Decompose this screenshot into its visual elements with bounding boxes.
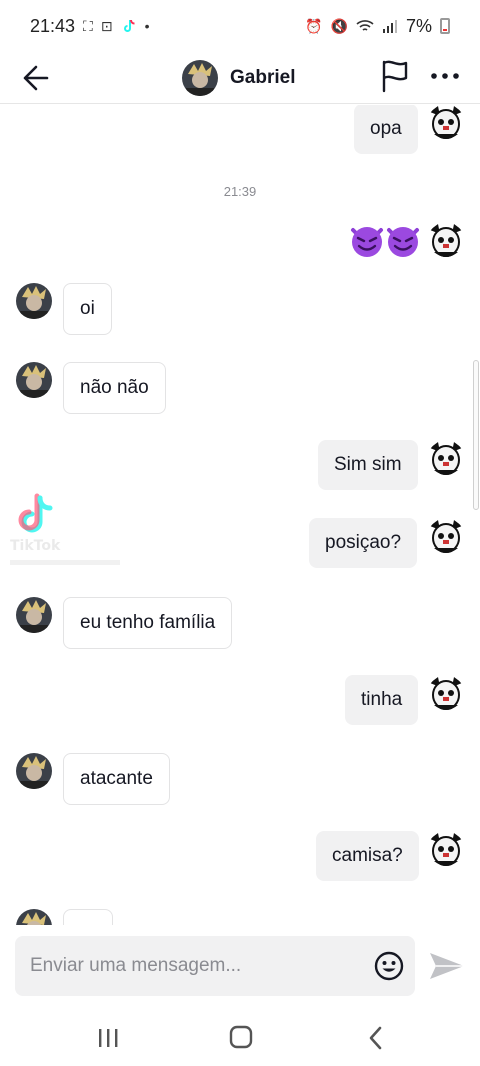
message-text: atacante bbox=[63, 753, 170, 805]
message-timestamp: 21:39 bbox=[223, 184, 257, 199]
message-text: não não bbox=[63, 362, 166, 414]
contact-avatar[interactable] bbox=[16, 362, 52, 398]
message-outgoing[interactable]: camisa? bbox=[316, 831, 419, 881]
emoji-picker-icon[interactable] bbox=[373, 950, 405, 982]
message-text: eu tenho família bbox=[63, 597, 233, 649]
watermark-brand: TikTok bbox=[10, 538, 61, 554]
message-text: oi bbox=[63, 283, 112, 335]
contact-avatar-image bbox=[16, 362, 52, 398]
tiktok-watermark-logo: TikTok bbox=[10, 493, 120, 565]
my-avatar-image bbox=[428, 518, 464, 554]
contact-info[interactable]: Gabriel bbox=[182, 55, 295, 101]
notification-dot-icon: • bbox=[144, 18, 150, 34]
status-time: 21:43 bbox=[30, 15, 76, 36]
tiktok-notification-icon bbox=[123, 19, 135, 32]
my-avatar[interactable] bbox=[428, 222, 464, 258]
message-incoming[interactable]: atacante bbox=[63, 753, 170, 805]
message-incoming[interactable]: oi bbox=[63, 283, 112, 335]
message-composer bbox=[0, 925, 480, 1010]
status-right: ⏰ 🔇 7% bbox=[305, 16, 450, 37]
contact-avatar[interactable] bbox=[16, 283, 52, 319]
system-back-icon[interactable] bbox=[366, 1025, 386, 1051]
send-icon[interactable] bbox=[428, 949, 466, 983]
chat-header: Gabriel bbox=[0, 52, 480, 104]
message-incoming-partial[interactable] bbox=[63, 909, 113, 925]
my-avatar-image bbox=[428, 831, 464, 867]
my-avatar[interactable] bbox=[428, 105, 464, 140]
signal-icon bbox=[382, 20, 397, 33]
my-avatar[interactable] bbox=[428, 675, 464, 711]
contact-avatar[interactable] bbox=[16, 753, 52, 789]
system-navigation-bar bbox=[0, 1010, 480, 1066]
battery-percent: 7% bbox=[405, 15, 432, 36]
my-avatar-image bbox=[428, 440, 464, 476]
back-arrow-icon[interactable] bbox=[20, 61, 50, 95]
contact-avatar[interactable] bbox=[182, 60, 218, 96]
message-input[interactable] bbox=[15, 936, 415, 996]
smiling-imp-emoji bbox=[387, 227, 419, 257]
my-avatar-image bbox=[428, 222, 464, 258]
message-outgoing[interactable]: Sim sim bbox=[318, 440, 418, 490]
contact-avatar[interactable] bbox=[16, 597, 52, 633]
scrollbar[interactable] bbox=[473, 360, 479, 510]
my-avatar[interactable] bbox=[428, 440, 464, 476]
mute-icon: 🔇 bbox=[330, 17, 348, 34]
message-incoming[interactable]: não não bbox=[63, 362, 166, 414]
my-avatar[interactable] bbox=[428, 831, 464, 867]
battery-icon bbox=[440, 18, 450, 34]
contact-name: Gabriel bbox=[230, 67, 296, 88]
screenshot-icon: ⊡ bbox=[100, 17, 113, 34]
message-text: opa bbox=[354, 105, 418, 154]
message-outgoing[interactable]: posiçao? bbox=[309, 518, 418, 568]
status-left: 21:43 ⛶ ⊡ • bbox=[30, 16, 150, 37]
message-outgoing[interactable]: opa bbox=[354, 105, 418, 154]
message-outgoing[interactable]: tinha bbox=[345, 675, 419, 725]
alarm-icon: ⏰ bbox=[305, 17, 323, 34]
contact-avatar-image bbox=[182, 60, 218, 96]
my-avatar-image bbox=[428, 675, 464, 711]
contact-avatar-image bbox=[16, 283, 52, 319]
status-bar: 21:43 ⛶ ⊡ • ⏰ 🔇 7% bbox=[0, 0, 480, 52]
message-text: camisa? bbox=[316, 831, 419, 881]
smiling-imp-emoji bbox=[351, 227, 383, 257]
wifi-icon bbox=[356, 20, 374, 31]
message-text: posiçao? bbox=[309, 518, 418, 568]
message-incoming[interactable]: eu tenho família bbox=[63, 597, 233, 649]
contact-avatar-image bbox=[16, 909, 52, 925]
more-options-icon[interactable] bbox=[430, 66, 460, 86]
screen-record-icon: ⛶ bbox=[83, 17, 93, 34]
my-avatar[interactable] bbox=[428, 518, 464, 554]
message-text: Sim sim bbox=[318, 440, 418, 490]
contact-avatar-image bbox=[16, 753, 52, 789]
report-flag-icon[interactable] bbox=[379, 58, 411, 94]
contact-avatar[interactable] bbox=[16, 909, 52, 925]
home-icon[interactable] bbox=[229, 1025, 253, 1049]
recent-apps-icon[interactable] bbox=[95, 1026, 121, 1050]
my-avatar-image bbox=[428, 105, 464, 140]
message-text: tinha bbox=[345, 675, 419, 725]
contact-avatar-image bbox=[16, 597, 52, 633]
